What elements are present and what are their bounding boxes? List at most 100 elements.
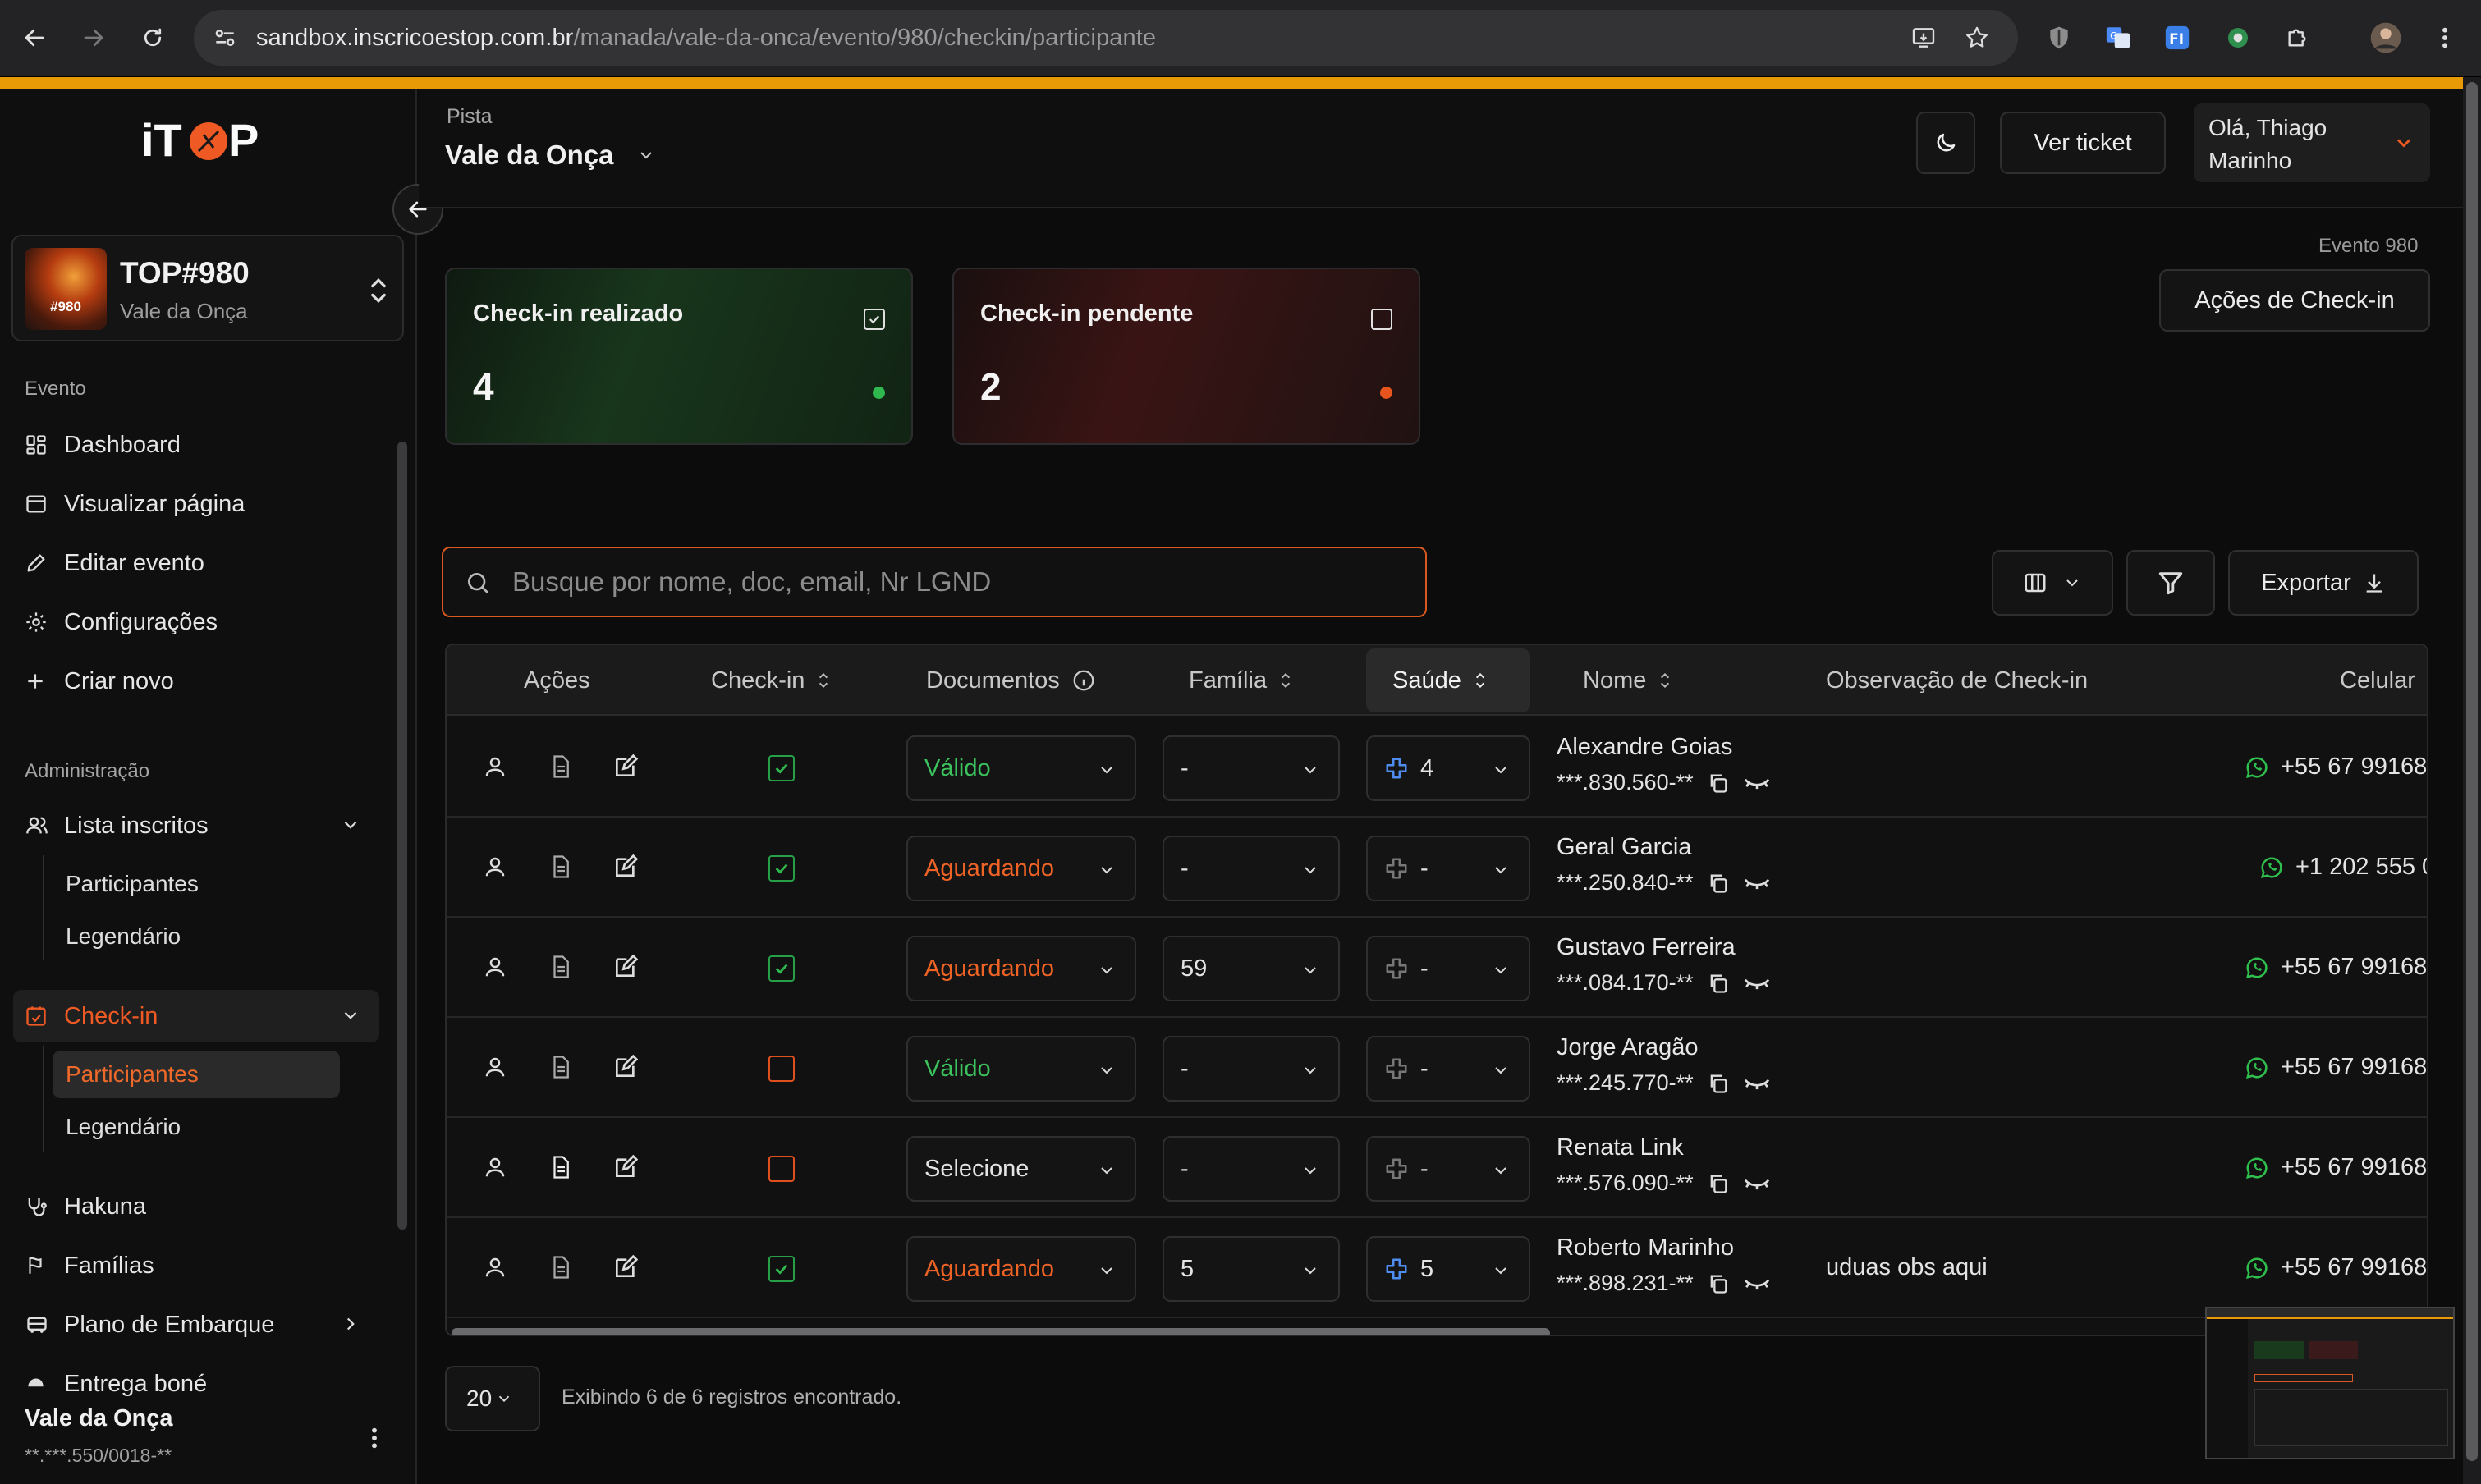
sidebar-item-visualizar-pagina[interactable]: Visualizar página [13, 478, 379, 530]
site-settings-icon[interactable] [212, 25, 238, 51]
checkin-checkbox[interactable] [768, 855, 795, 882]
checkin-checkbox[interactable] [768, 755, 795, 781]
eye-closed-icon[interactable] [1743, 1074, 1771, 1093]
sidebar-subitem-checkin-participantes[interactable]: Participantes [53, 1051, 340, 1098]
browser-menu-icon[interactable] [2427, 20, 2463, 56]
document-status-select[interactable]: Válido [906, 1036, 1136, 1102]
kebab-menu-icon[interactable] [369, 1425, 379, 1451]
edit-icon[interactable] [612, 1254, 639, 1280]
document-icon[interactable] [548, 1254, 573, 1280]
saude-select[interactable]: - [1366, 936, 1530, 1001]
copy-icon[interactable] [1707, 971, 1730, 996]
document-icon[interactable] [548, 854, 573, 880]
familia-select[interactable]: 5 [1163, 1236, 1340, 1302]
copy-icon[interactable] [1707, 1071, 1730, 1096]
page-scrollbar-thumb[interactable] [2466, 82, 2478, 1461]
copy-icon[interactable] [1707, 1171, 1730, 1196]
extension-globe-icon[interactable] [2220, 20, 2256, 56]
familia-select[interactable]: - [1163, 836, 1340, 901]
sidebar-item-familias[interactable]: Famílias [13, 1239, 379, 1292]
user-menu[interactable]: Olá, Thiago Marinho [2194, 103, 2430, 182]
user-profile-icon[interactable] [483, 954, 507, 980]
page-size-select[interactable]: 20 [445, 1366, 540, 1431]
extensions-puzzle-icon[interactable] [2279, 20, 2315, 56]
reload-button[interactable] [131, 16, 174, 59]
theme-toggle-button[interactable] [1916, 112, 1975, 174]
document-status-select[interactable]: Aguardando [906, 1236, 1136, 1302]
checkin-checkbox[interactable] [768, 1056, 795, 1082]
copy-icon[interactable] [1707, 771, 1730, 795]
sidebar-item-editar-evento[interactable]: Editar evento [13, 537, 379, 589]
columns-toggle-button[interactable] [1992, 550, 2113, 616]
col-checkin[interactable]: Check-in [711, 645, 831, 716]
address-bar[interactable]: sandbox.inscricoestop.com.br/manada/vale… [194, 10, 2018, 66]
document-icon[interactable] [548, 753, 573, 780]
edit-icon[interactable] [612, 1054, 639, 1080]
sidebar-item-configuracoes[interactable]: Configurações [13, 596, 379, 648]
checkin-checkbox[interactable] [768, 1156, 795, 1182]
edit-icon[interactable] [612, 1154, 639, 1180]
shield-extension-icon[interactable] [2041, 20, 2077, 56]
familia-select[interactable]: - [1163, 1036, 1340, 1102]
user-profile-icon[interactable] [483, 854, 507, 880]
sidebar-item-lista-inscritos[interactable]: Lista inscritos [13, 799, 379, 852]
checkin-checkbox[interactable] [768, 1256, 795, 1282]
scrollbar-thumb[interactable] [452, 1328, 1550, 1335]
itop-logo[interactable]: iT P [141, 113, 274, 164]
edit-icon[interactable] [612, 954, 639, 980]
document-icon[interactable] [548, 1054, 573, 1080]
phone-cell[interactable]: +55 67 99168 9 [2245, 1154, 2427, 1181]
familia-select[interactable]: - [1163, 735, 1340, 801]
sidebar-item-checkin[interactable]: Check-in [13, 990, 379, 1042]
phone-cell[interactable]: +55 67 99168 9 [2245, 1054, 2427, 1081]
eye-closed-icon[interactable] [1743, 973, 1771, 993]
install-app-icon[interactable] [1910, 25, 1938, 51]
eye-closed-icon[interactable] [1743, 873, 1771, 893]
edit-icon[interactable] [612, 753, 639, 780]
document-icon[interactable] [548, 954, 573, 980]
saude-select[interactable]: - [1366, 1036, 1530, 1102]
saude-select[interactable]: - [1366, 836, 1530, 901]
search-box[interactable] [442, 547, 1427, 617]
edit-icon[interactable] [612, 854, 639, 880]
ver-ticket-button[interactable]: Ver ticket [2000, 112, 2166, 174]
acoes-checkin-button[interactable]: Ações de Check-in [2159, 269, 2430, 332]
user-profile-icon[interactable] [483, 1154, 507, 1180]
copy-icon[interactable] [1707, 1271, 1730, 1296]
checkin-checkbox[interactable] [768, 955, 795, 982]
sidebar-subitem-lista-legendario[interactable]: Legendário [53, 913, 340, 960]
screen-preview-thumbnail[interactable] [2205, 1307, 2455, 1459]
eye-closed-icon[interactable] [1743, 1174, 1771, 1193]
user-profile-icon[interactable] [483, 1254, 507, 1280]
phone-cell[interactable]: +55 67 99168 9 [2245, 1254, 2427, 1281]
filter-button[interactable] [2126, 550, 2215, 616]
table-horizontal-scrollbar[interactable] [447, 1328, 2427, 1335]
eye-closed-icon[interactable] [1743, 1274, 1771, 1294]
user-profile-icon[interactable] [483, 1054, 507, 1080]
export-button[interactable]: Exportar [2228, 550, 2419, 616]
document-status-select[interactable]: Selecione [906, 1136, 1136, 1202]
document-icon[interactable] [548, 1154, 573, 1180]
sidebar-item-plano-embarque[interactable]: Plano de Embarque [13, 1298, 379, 1351]
back-button[interactable] [13, 16, 56, 59]
col-familia[interactable]: Família [1189, 645, 1293, 716]
saude-select[interactable]: 4 [1366, 735, 1530, 801]
phone-cell[interactable]: +55 67 99168 9 [2245, 753, 2427, 781]
search-input[interactable] [512, 563, 1399, 601]
sidebar-subitem-checkin-legendario[interactable]: Legendário [53, 1103, 340, 1151]
phone-cell[interactable]: +1 202 555 0 [2259, 854, 2427, 881]
copy-icon[interactable] [1707, 871, 1730, 895]
document-status-select[interactable]: Válido [906, 735, 1136, 801]
event-selector[interactable]: #980 TOP#980 Vale da Onça [11, 235, 404, 341]
familia-select[interactable]: 59 [1163, 936, 1340, 1001]
extension-fi-icon[interactable]: FI [2159, 20, 2195, 56]
info-icon[interactable] [1071, 668, 1096, 693]
pista-select[interactable]: Vale da Onça [445, 140, 656, 171]
col-nome[interactable]: Nome [1583, 645, 1672, 716]
document-status-select[interactable]: Aguardando [906, 836, 1136, 901]
saude-select[interactable]: - [1366, 1136, 1530, 1202]
eye-closed-icon[interactable] [1743, 773, 1771, 793]
bookmark-star-icon[interactable] [1964, 25, 1990, 51]
sidebar-item-dashboard[interactable]: Dashboard [13, 419, 379, 471]
translate-extension-icon[interactable]: G [2100, 20, 2136, 56]
